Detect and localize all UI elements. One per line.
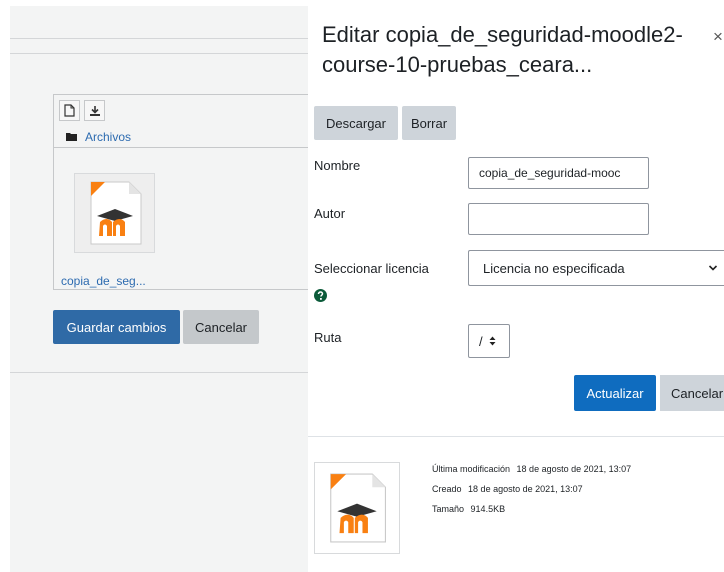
path-select[interactable]: / — [468, 324, 510, 358]
background-page: Archivos copia_de_seg... Guardar cambios… — [10, 6, 308, 572]
file-name-link[interactable]: copia_de_seg... — [61, 274, 146, 288]
divider — [10, 38, 308, 39]
modified-label: Última modificación — [432, 464, 511, 474]
file-manager: Archivos copia_de_seg... — [53, 94, 308, 290]
dialog-title: Editar copia_de_seguridad-moodle2-course… — [322, 22, 683, 77]
name-field[interactable]: copia_de_seguridad-mooc — [468, 157, 649, 189]
licence-selected-value: Licencia no especificada — [483, 260, 625, 276]
add-file-button[interactable] — [59, 100, 80, 121]
cancel-button[interactable]: Cancelar — [183, 310, 259, 344]
moodle-file-icon — [330, 473, 386, 543]
update-button[interactable]: Actualizar — [574, 375, 656, 411]
name-label: Nombre — [314, 158, 361, 173]
download-icon — [89, 105, 100, 116]
size-value: 914.5KB — [470, 504, 506, 514]
sort-arrows-icon — [489, 336, 496, 346]
licence-label: Seleccionar licencia — [314, 261, 429, 276]
created-label: Creado — [432, 484, 462, 494]
close-icon[interactable]: × — [713, 27, 723, 47]
delete-button[interactable]: Borrar — [402, 106, 456, 140]
file-preview — [314, 462, 400, 554]
file-manager-toolbar — [59, 100, 105, 121]
divider — [308, 436, 724, 437]
help-icon[interactable] — [314, 289, 327, 302]
folder-icon — [66, 133, 77, 141]
created-info: Creado 18 de agosto de 2021, 13:07 — [432, 484, 583, 494]
divider — [10, 372, 308, 373]
file-thumbnail[interactable] — [74, 173, 155, 253]
download-all-button[interactable] — [84, 100, 105, 121]
created-value: 18 de agosto de 2021, 13:07 — [468, 484, 583, 494]
author-field[interactable] — [468, 203, 649, 235]
divider — [10, 53, 308, 54]
save-changes-button[interactable]: Guardar cambios — [53, 310, 180, 344]
edit-file-dialog: Editar copia_de_seguridad-moodle2-course… — [308, 0, 724, 572]
size-label: Tamaño — [432, 504, 465, 514]
modified-value: 18 de agosto de 2021, 13:07 — [516, 464, 632, 474]
moodle-file-icon — [90, 181, 141, 245]
size-info: Tamaño 914.5KB — [432, 504, 505, 514]
modified-info: Última modificación 18 de agosto de 2021… — [432, 464, 631, 474]
chevron-down-icon — [708, 265, 718, 271]
dialog-cancel-button[interactable]: Cancelar — [660, 375, 724, 411]
licence-select[interactable]: Licencia no especificada — [468, 250, 724, 286]
download-button[interactable]: Descargar — [314, 106, 398, 140]
new-file-icon — [64, 104, 75, 117]
author-label: Autor — [314, 206, 346, 221]
breadcrumb: Archivos — [54, 126, 308, 148]
path-selected-value: / — [479, 333, 483, 349]
breadcrumb-folder-link[interactable]: Archivos — [85, 130, 131, 144]
path-label: Ruta — [314, 330, 342, 345]
